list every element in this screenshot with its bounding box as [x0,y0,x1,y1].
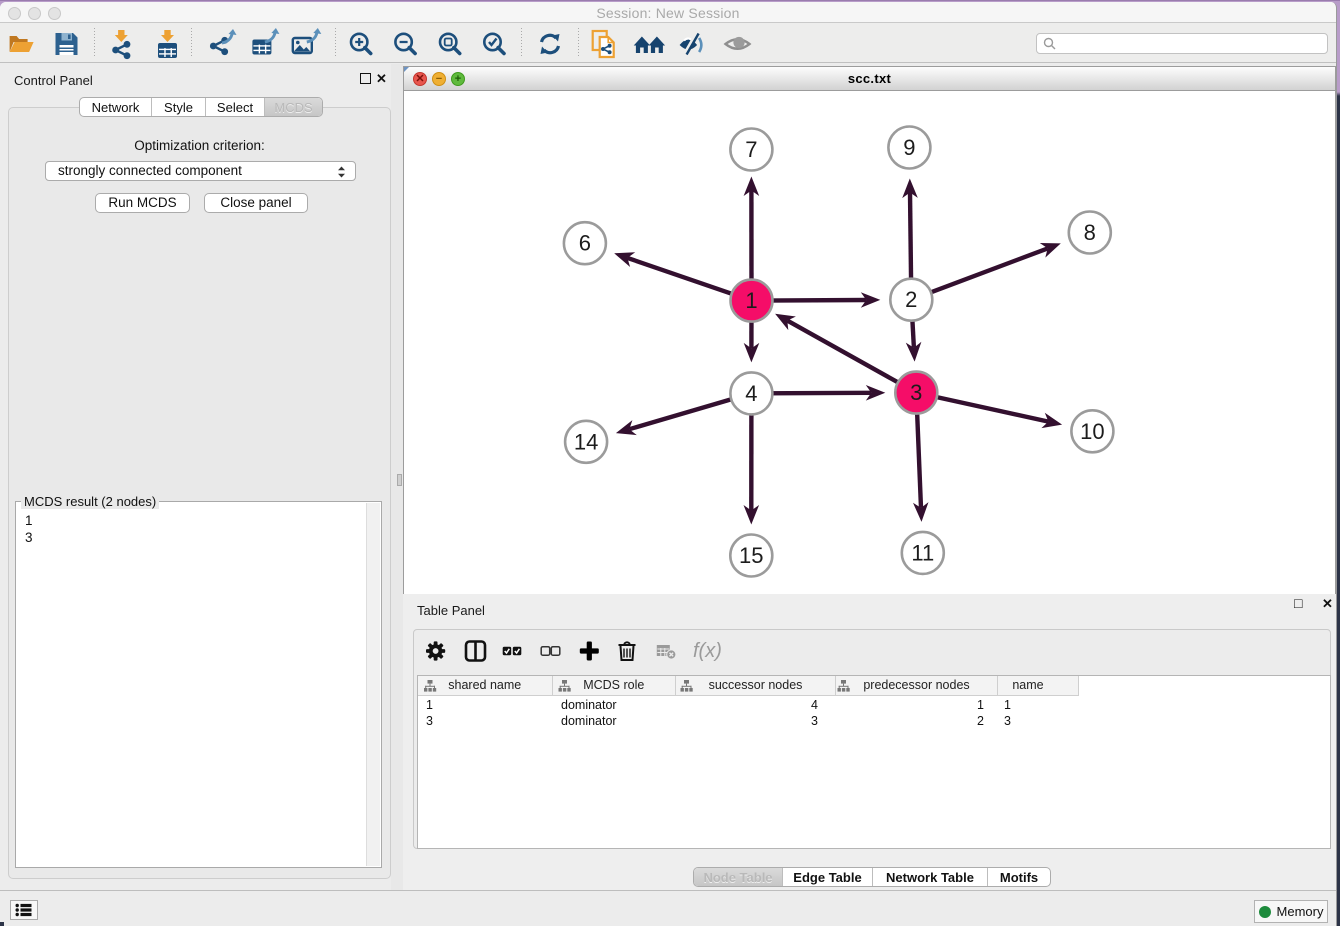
svg-text:3: 3 [910,380,922,405]
svg-text:2: 2 [905,287,917,312]
svg-text:8: 8 [1084,220,1096,245]
svg-text:4: 4 [745,381,757,406]
svg-text:11: 11 [911,540,934,565]
svg-text:6: 6 [579,231,591,256]
svg-text:1: 1 [745,288,757,313]
svg-text:7: 7 [745,137,757,162]
svg-text:f(x): f(x) [693,640,722,662]
svg-text:15: 15 [739,543,763,568]
svg-text:9: 9 [903,135,915,160]
svg-text:14: 14 [574,429,598,454]
svg-text:10: 10 [1080,419,1104,444]
